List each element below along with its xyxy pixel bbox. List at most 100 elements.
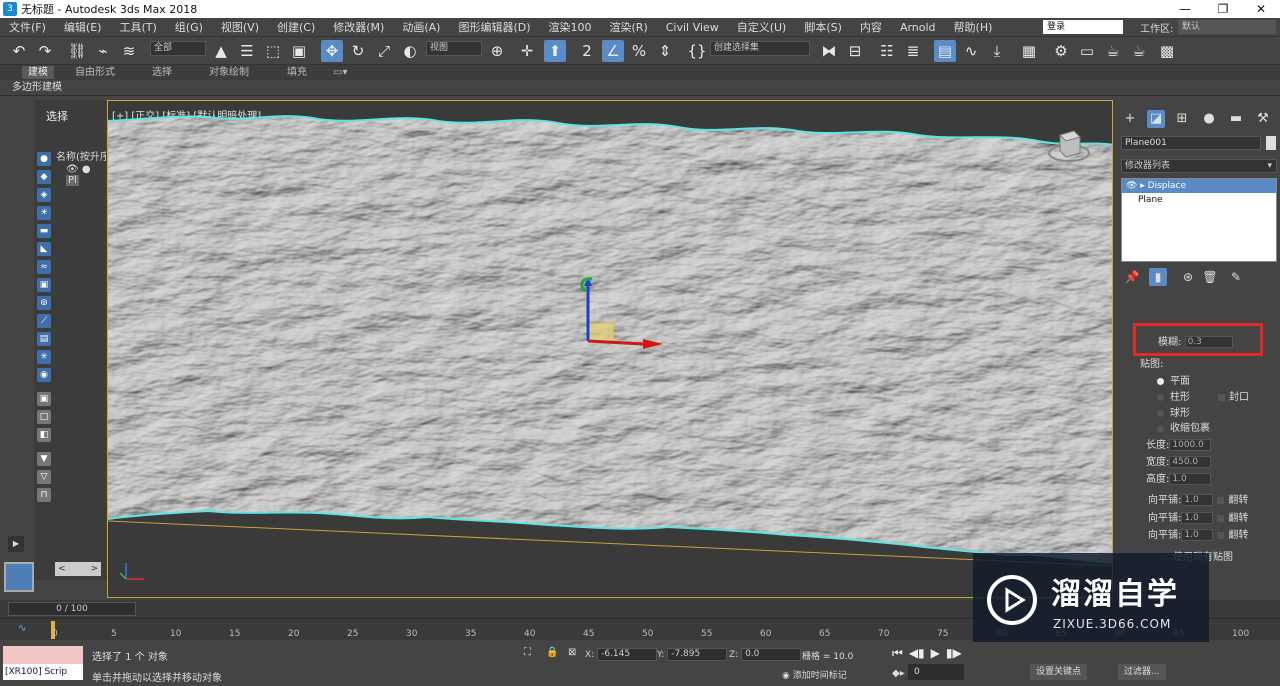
explorer-scrollbar[interactable]: < > <box>55 562 101 576</box>
configure-sets-icon[interactable]: ✎ <box>1227 268 1245 286</box>
display-particles-icon[interactable]: ✳ <box>37 350 51 364</box>
menu-civil-view[interactable]: Civil View <box>657 21 728 34</box>
mapping-shrinkwrap[interactable]: 收缩包裹 <box>1157 419 1210 434</box>
display-cameras-icon[interactable]: ▬ <box>37 224 51 238</box>
radio-planar[interactable] <box>1157 377 1164 385</box>
frame-counter[interactable]: 0 / 100 <box>8 602 136 616</box>
modifier-list-dropdown[interactable]: 修改器列表 ▾ <box>1121 159 1277 173</box>
display-all-icon[interactable]: ● <box>37 152 51 166</box>
ribbon-options-icon[interactable]: ▭▾ <box>333 66 347 79</box>
rect-selection-icon[interactable]: ⬚ <box>262 40 284 62</box>
select-none-icon[interactable]: □ <box>37 410 51 424</box>
percent-snap-icon[interactable]: % <box>628 40 650 62</box>
select-move-icon[interactable]: ✥ <box>321 40 343 62</box>
redo-icon[interactable]: ↷ <box>34 40 56 62</box>
bind-space-warp-icon[interactable]: ≋ <box>118 40 140 62</box>
menu-rendering[interactable]: 渲染(R) <box>601 19 657 35</box>
display-groups-icon[interactable]: ▣ <box>37 278 51 292</box>
v-tile-spinner[interactable]: 1.0 <box>1181 512 1214 524</box>
eye-icon[interactable]: 👁 ▸ <box>1126 181 1148 191</box>
display-xrefs-icon[interactable]: ⊚ <box>37 296 51 310</box>
w-tile-spinner[interactable]: 1.0 <box>1181 529 1214 541</box>
show-end-result-icon[interactable]: ▮ <box>1149 268 1167 286</box>
toggle-ribbon-icon[interactable]: ▤ <box>934 40 956 62</box>
layer-explorer-icon[interactable]: ≣ <box>902 40 924 62</box>
viewcube-icon[interactable] <box>1046 121 1092 167</box>
menu-modifiers[interactable]: 修改器(M) <box>324 19 393 35</box>
previous-frame-icon[interactable]: ◀▮ <box>909 646 925 661</box>
display-bones-icon[interactable]: ⟋ <box>37 314 51 328</box>
funnel-icon[interactable]: ▽ <box>37 470 51 484</box>
render-setup-icon[interactable]: ⚙ <box>1050 40 1072 62</box>
display-frozen-icon[interactable]: ◉ <box>37 368 51 382</box>
link-icon[interactable]: ⛓ <box>66 40 88 62</box>
radio-shrinkwrap[interactable] <box>1157 424 1164 432</box>
expand-arrow-icon[interactable]: ▶ <box>8 536 24 552</box>
radio-spherical[interactable] <box>1157 409 1164 417</box>
pin-stack-icon[interactable]: 📌 <box>1123 268 1141 286</box>
minimize-button[interactable]: — <box>1166 0 1204 18</box>
spinner-snap-icon[interactable]: ⇕ <box>654 40 676 62</box>
lock-selection-icon[interactable]: 🔒 <box>546 647 558 658</box>
make-unique-icon[interactable]: ⊛ <box>1179 268 1197 286</box>
absolute-mode-icon[interactable]: ⊠ <box>568 647 576 658</box>
display-containers-icon[interactable]: ▤ <box>37 332 51 346</box>
w-flip-checkbox[interactable] <box>1217 531 1225 539</box>
edit-named-selection-icon[interactable]: {} <box>686 40 708 62</box>
create-tab-icon[interactable]: + <box>1121 110 1139 128</box>
menu-arnold[interactable]: Arnold <box>891 21 945 34</box>
unlink-icon[interactable]: ⌁ <box>92 40 114 62</box>
named-selection-dropdown[interactable]: 创建选择集 <box>710 41 810 56</box>
rendered-frame-icon[interactable]: ▭ <box>1076 40 1098 62</box>
select-manipulate-icon[interactable]: ✛ <box>516 40 538 62</box>
visibility-icon[interactable]: 👁 <box>66 164 79 175</box>
isolate-icon[interactable]: ⛶ <box>524 647 531 658</box>
select-invert-icon[interactable]: ◧ <box>37 428 51 442</box>
modify-tab-icon[interactable]: ◪ <box>1147 110 1165 128</box>
name-column-header[interactable]: 名称(按升序) <box>56 148 106 163</box>
curve-editor-mini-icon[interactable]: ∿ <box>18 623 26 634</box>
align-icon[interactable]: ⊟ <box>844 40 866 62</box>
select-object-icon[interactable]: ▲ <box>210 40 232 62</box>
stack-item-displace[interactable]: 👁 ▸ Displace <box>1122 179 1276 193</box>
ref-coord-dropdown[interactable]: 视图 <box>426 41 482 56</box>
z-coord-field[interactable]: 0.0 <box>741 648 802 661</box>
maxscript-listener[interactable] <box>3 646 83 664</box>
stack-item-plane[interactable]: Plane <box>1122 193 1276 207</box>
current-frame-field[interactable]: 0 <box>908 664 964 680</box>
remove-modifier-icon[interactable]: 🗑 <box>1201 268 1219 286</box>
display-shapes-icon[interactable]: ◈ <box>37 188 51 202</box>
select-by-name-icon[interactable]: ☰ <box>236 40 258 62</box>
menu-scripting[interactable]: 脚本(S) <box>795 19 851 35</box>
v-flip-checkbox[interactable] <box>1217 514 1225 522</box>
close-button[interactable]: ✕ <box>1242 0 1280 18</box>
displaced-plane-mesh[interactable] <box>108 101 1113 598</box>
scene-object-name[interactable]: Pl <box>66 175 79 186</box>
display-geometry-icon[interactable]: ◆ <box>37 170 51 184</box>
workspace-dropdown[interactable]: 默认 <box>1178 20 1276 34</box>
scene-explorer-header[interactable]: 选择 <box>46 108 68 124</box>
menu-graph-editors[interactable]: 图形编辑器(D) <box>449 19 539 35</box>
cap-checkbox[interactable] <box>1218 393 1225 401</box>
set-key-button[interactable]: 设置关键点 <box>1030 664 1088 680</box>
select-rotate-icon[interactable]: ↻ <box>347 40 369 62</box>
height-spinner[interactable]: 1.0 <box>1169 473 1212 485</box>
selection-filter-dropdown[interactable]: 全部 <box>150 41 206 56</box>
mapping-cylindrical[interactable]: 柱形 <box>1157 388 1190 403</box>
x-coord-field[interactable]: -6.145 <box>597 648 658 661</box>
menu-help[interactable]: 帮助(H) <box>945 19 1002 35</box>
u-flip-checkbox[interactable] <box>1217 496 1225 504</box>
scene-explorer-icon[interactable]: ☷ <box>876 40 898 62</box>
render-iterative-icon[interactable]: ☕ <box>1128 40 1150 62</box>
render-icon[interactable]: ● <box>82 164 91 175</box>
scene-object-row[interactable]: 👁 ● Pl <box>66 164 106 186</box>
perspective-viewport[interactable]: [+] [正交] [标准] [默认明暗处理] <box>107 100 1113 598</box>
menu-group[interactable]: 组(G) <box>166 19 212 35</box>
display-spacewarps-icon[interactable]: ≈ <box>37 260 51 274</box>
motion-tab-icon[interactable]: ● <box>1200 110 1218 128</box>
pivot-center-icon[interactable]: ⊕ <box>486 40 508 62</box>
render-production-icon[interactable]: ☕ <box>1102 40 1124 62</box>
maxscript-mini[interactable]: [XR100] Scrip <box>3 664 83 680</box>
next-frame-icon[interactable]: ▮▶ <box>946 646 962 661</box>
hierarchy-tab-icon[interactable]: ⊞ <box>1173 110 1191 128</box>
